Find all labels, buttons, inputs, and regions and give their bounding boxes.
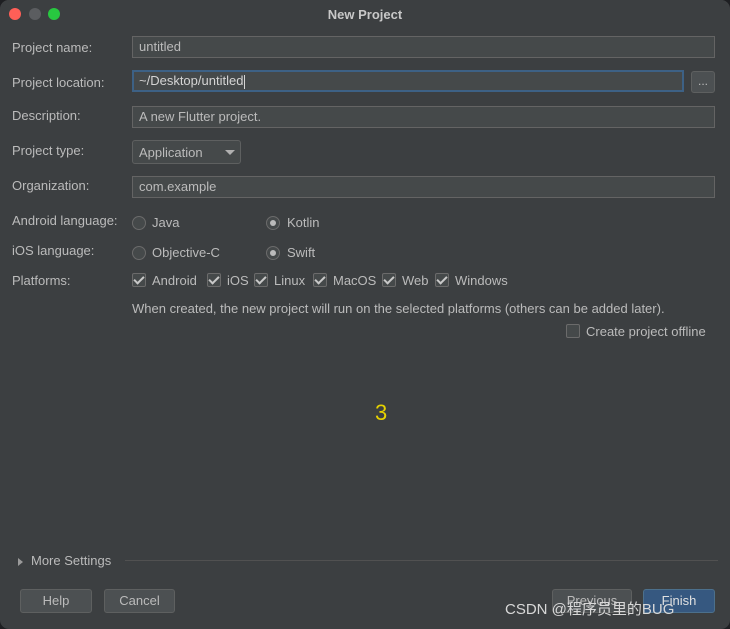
dialog-title: New Project	[327, 7, 403, 22]
checkbox-ios[interactable]	[207, 273, 221, 287]
radio-swift-label[interactable]: Swift	[287, 245, 315, 260]
checkbox-macos-label[interactable]: MacOS	[333, 273, 376, 288]
organization-label: Organization:	[12, 178, 90, 193]
csdn-watermark: CSDN @程序员里的BUG	[505, 601, 675, 618]
checkbox-ios-label[interactable]: iOS	[227, 273, 249, 288]
checkbox-web[interactable]	[382, 273, 396, 287]
checkbox-android-label[interactable]: Android	[152, 273, 197, 288]
organization-input[interactable]: com.example	[132, 176, 715, 198]
checkbox-android[interactable]	[132, 273, 146, 287]
chevron-right-icon	[18, 557, 23, 566]
title-bar: New Project	[0, 0, 730, 28]
ios-language-label: iOS language:	[12, 243, 95, 258]
help-button[interactable]: Help	[20, 589, 92, 613]
checkbox-create-offline-label[interactable]: Create project offline	[586, 324, 706, 339]
project-location-input[interactable]: ~/Desktop/untitled	[132, 70, 684, 92]
checkbox-windows-label[interactable]: Windows	[455, 273, 508, 288]
checkbox-web-label[interactable]: Web	[402, 273, 429, 288]
radio-java[interactable]	[132, 216, 146, 230]
checkbox-create-offline[interactable]	[566, 324, 580, 338]
checkbox-linux-label[interactable]: Linux	[274, 273, 305, 288]
more-settings-label: More Settings	[31, 553, 112, 568]
radio-swift[interactable]	[266, 246, 280, 260]
description-label: Description:	[12, 108, 81, 123]
step-annotation: 3	[375, 400, 388, 425]
radio-java-label[interactable]: Java	[152, 215, 179, 230]
platforms-note: When created, the new project will run o…	[132, 301, 665, 316]
project-location-value: ~/Desktop/untitled	[139, 73, 244, 88]
project-type-dropdown[interactable]: Application	[132, 140, 241, 164]
project-type-label: Project type:	[12, 143, 85, 158]
description-input[interactable]: A new Flutter project.	[132, 106, 715, 128]
radio-objective-c-label[interactable]: Objective-C	[152, 245, 220, 260]
project-name-label: Project name:	[12, 40, 93, 55]
radio-kotlin[interactable]	[266, 216, 280, 230]
more-settings-toggle[interactable]: More Settings	[18, 553, 111, 568]
project-type-selected: Application	[139, 145, 203, 160]
more-settings-divider	[125, 560, 718, 561]
chevron-down-icon	[225, 150, 235, 155]
checkbox-windows[interactable]	[435, 273, 449, 287]
cancel-button[interactable]: Cancel	[104, 589, 175, 613]
text-caret	[244, 74, 246, 89]
browse-location-button[interactable]: ...	[691, 71, 715, 93]
radio-objective-c[interactable]	[132, 246, 146, 260]
platforms-label: Platforms:	[12, 273, 71, 288]
project-name-input[interactable]: untitled	[132, 36, 715, 58]
checkbox-macos[interactable]	[313, 273, 327, 287]
project-location-label: Project location:	[12, 75, 105, 90]
radio-kotlin-label[interactable]: Kotlin	[287, 215, 320, 230]
android-language-label: Android language:	[12, 213, 118, 228]
new-project-dialog: New Project Project name: untitled Proje…	[0, 0, 730, 629]
checkbox-linux[interactable]	[254, 273, 268, 287]
